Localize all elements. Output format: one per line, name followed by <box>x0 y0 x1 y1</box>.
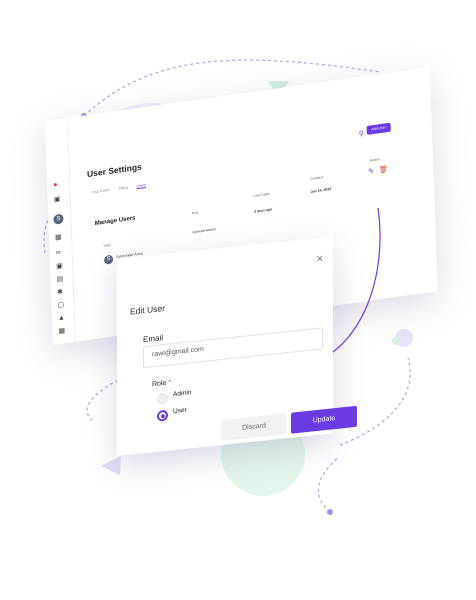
edit-user-dialog: Edit User ✕ Email rawi@gmail.com Role * … <box>117 236 357 456</box>
dialog-title: Edit User <box>130 302 165 317</box>
radio-admin[interactable] <box>157 392 168 405</box>
email-label: Email <box>143 333 164 345</box>
close-icon[interactable]: ✕ <box>316 253 324 265</box>
role-label-text: Role <box>152 379 167 389</box>
option-user-label: User <box>173 406 187 416</box>
radio-user[interactable] <box>157 409 168 422</box>
role-label: Role * <box>152 379 171 388</box>
email-value: rawi@gmail.com <box>152 345 204 359</box>
required-mark: * <box>168 379 172 387</box>
discard-button[interactable]: Discard <box>221 413 287 442</box>
option-admin-label: Admin <box>173 389 192 399</box>
email-field[interactable]: rawi@gmail.com <box>143 327 323 369</box>
